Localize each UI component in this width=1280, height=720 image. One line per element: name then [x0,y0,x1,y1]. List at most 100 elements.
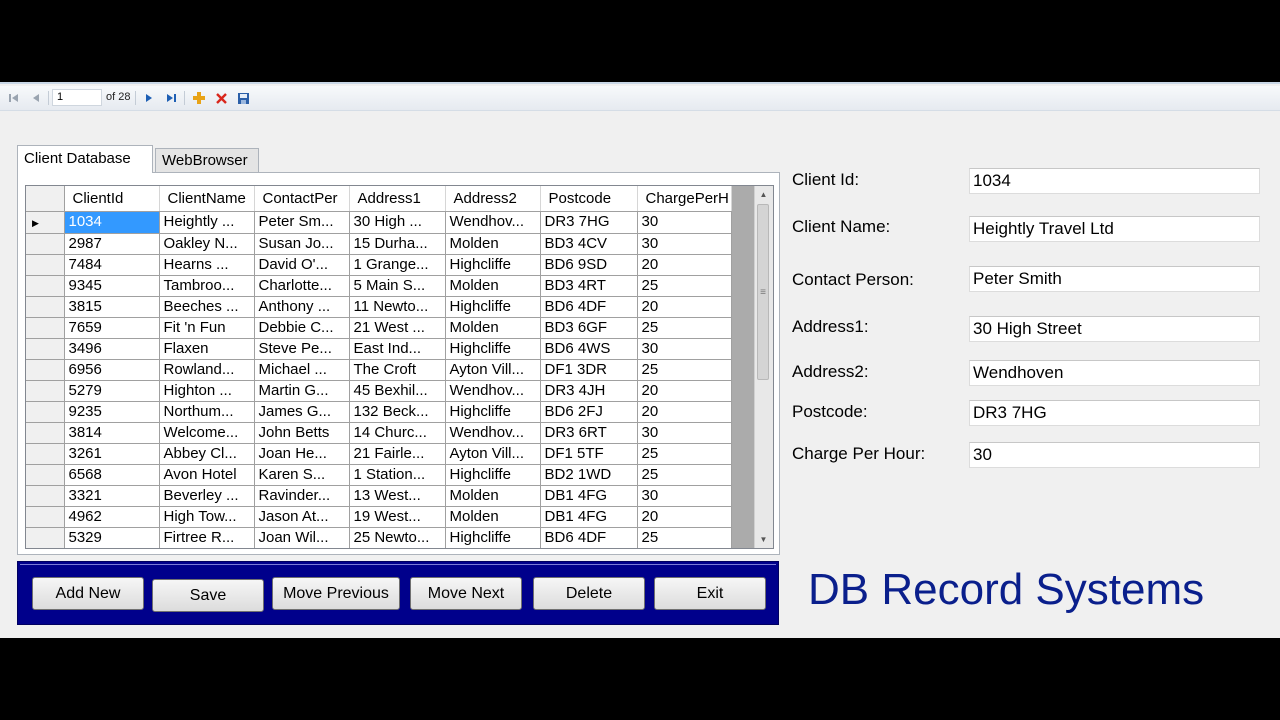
row-header[interactable] [26,338,65,360]
grid-cell[interactable]: 20 [637,401,732,423]
row-header[interactable] [26,254,65,276]
table-row[interactable]: 5279 Highton ... Martin G... 45 Bexhil... We… [26,380,732,402]
grid-cell[interactable]: Susan Jo... [254,233,350,255]
grid-cell[interactable]: Highton ... [159,380,255,402]
row-header[interactable] [26,296,65,318]
grid-cell[interactable]: Wendhov... [445,211,541,234]
grid-cell[interactable]: DF1 5TF [540,443,638,465]
column-header-clientname[interactable]: ClientName [159,186,255,212]
grid-cell[interactable]: Rowland... [159,359,255,381]
grid-cell[interactable]: 5 Main S... [349,275,446,297]
grid-cell[interactable]: James G... [254,401,350,423]
grid-cell[interactable]: Avon Hotel [159,464,255,486]
grid-cell[interactable]: 30 [637,233,732,255]
grid-cell[interactable]: Molden [445,506,541,528]
scroll-up-icon[interactable]: ▲ [755,186,772,203]
row-header[interactable] [26,443,65,465]
grid-cell[interactable]: DF1 3DR [540,359,638,381]
move-first-icon[interactable] [6,90,22,106]
move-previous-icon[interactable] [28,90,44,106]
grid-cell[interactable]: Ayton Vill... [445,443,541,465]
grid-cell[interactable]: BD6 2FJ [540,401,638,423]
scroll-down-icon[interactable]: ▼ [755,531,772,548]
grid-cell[interactable]: Abbey Cl... [159,443,255,465]
row-header[interactable] [26,275,65,297]
grid-cell[interactable]: Highcliffe [445,464,541,486]
grid-cell[interactable]: 25 [637,317,732,339]
grid-cell[interactable]: East Ind... [349,338,446,360]
row-header[interactable] [26,506,65,528]
grid-cell[interactable]: Molden [445,233,541,255]
column-header-clientid[interactable]: ClientId [64,186,160,212]
client-data-grid[interactable]: ClientId ClientName ContactPer Address1 … [25,185,774,549]
grid-cell[interactable]: 30 [637,422,732,444]
grid-cell[interactable]: 3261 [64,443,160,465]
grid-cell[interactable]: 3496 [64,338,160,360]
column-header-address2[interactable]: Address2 [445,186,541,212]
row-header[interactable]: ▶ [26,211,65,234]
grid-cell[interactable]: 15 Durha... [349,233,446,255]
table-row[interactable]: 9235 Northum... James G... 132 Beck... Highc… [26,401,732,423]
add-new-button[interactable]: Add New [32,577,144,610]
grid-cell[interactable]: Ravinder... [254,485,350,507]
grid-cell[interactable]: Tambroo... [159,275,255,297]
grid-cell[interactable]: Highcliffe [445,338,541,360]
grid-cell[interactable]: 4962 [64,506,160,528]
tab-webbrowser[interactable]: WebBrowser [155,148,259,172]
grid-cell[interactable]: Joan He... [254,443,350,465]
grid-cell[interactable]: Highcliffe [445,254,541,276]
postcode-field[interactable] [969,400,1260,426]
grid-cell[interactable]: Karen S... [254,464,350,486]
grid-cell[interactable]: BD3 4CV [540,233,638,255]
grid-cell[interactable]: David O'... [254,254,350,276]
save-button[interactable]: Save [152,579,264,612]
exit-button[interactable]: Exit [654,577,766,610]
grid-cell[interactable]: DB1 4FG [540,506,638,528]
grid-cell[interactable]: Molden [445,275,541,297]
client-id-field[interactable] [969,168,1260,194]
grid-cell[interactable]: 21 West ... [349,317,446,339]
row-header[interactable] [26,401,65,423]
grid-cell[interactable]: Northum... [159,401,255,423]
grid-cell[interactable]: Charlotte... [254,275,350,297]
add-new-icon[interactable] [191,90,207,106]
grid-cell[interactable]: Peter Sm... [254,211,350,234]
grid-cell[interactable]: 25 [637,359,732,381]
grid-cell[interactable]: 3815 [64,296,160,318]
grid-cell[interactable]: Ayton Vill... [445,359,541,381]
grid-cell[interactable]: Molden [445,317,541,339]
grid-cell[interactable]: 5279 [64,380,160,402]
address2-field[interactable] [969,360,1260,386]
table-row[interactable]: 9345 Tambroo... Charlotte... 5 Main S... Mol… [26,275,732,297]
grid-cell[interactable]: 7484 [64,254,160,276]
grid-cell[interactable]: 9345 [64,275,160,297]
contact-person-field[interactable] [969,266,1260,292]
table-row[interactable]: 3815 Beeches ... Anthony ... 11 Newto... Hig… [26,296,732,318]
delete-button[interactable]: Delete [533,577,645,610]
grid-cell[interactable]: BD6 4DF [540,296,638,318]
row-header[interactable] [26,233,65,255]
move-next-button[interactable]: Move Next [410,577,522,610]
grid-cell[interactable]: DR3 7HG [540,211,638,234]
grid-cell[interactable]: Wendhov... [445,380,541,402]
grid-cell[interactable]: 13 West... [349,485,446,507]
client-name-field[interactable] [969,216,1260,242]
grid-cell[interactable]: 1034 [64,211,160,234]
grid-cell[interactable]: 11 Newto... [349,296,446,318]
grid-cell[interactable]: 20 [637,506,732,528]
grid-cell[interactable]: 45 Bexhil... [349,380,446,402]
grid-cell[interactable]: 132 Beck... [349,401,446,423]
table-row[interactable]: ▶ 1034 Heightly ... Peter Sm... 30 High ... W… [26,211,732,234]
table-row[interactable]: 5329 Firtree R... Joan Wil... 25 Newto... Hi… [26,527,732,548]
table-row[interactable]: 2987 Oakley N... Susan Jo... 15 Durha... Mol… [26,233,732,255]
grid-cell[interactable]: Flaxen [159,338,255,360]
grid-cell[interactable]: 3814 [64,422,160,444]
row-header[interactable] [26,359,65,381]
grid-cell[interactable]: 1 Station... [349,464,446,486]
grid-cell[interactable]: Highcliffe [445,527,541,548]
grid-cell[interactable]: Joan Wil... [254,527,350,548]
grid-cell[interactable]: Debbie C... [254,317,350,339]
grid-cell[interactable]: 5329 [64,527,160,548]
grid-cell[interactable]: BD6 9SD [540,254,638,276]
grid-cell[interactable]: Highcliffe [445,401,541,423]
